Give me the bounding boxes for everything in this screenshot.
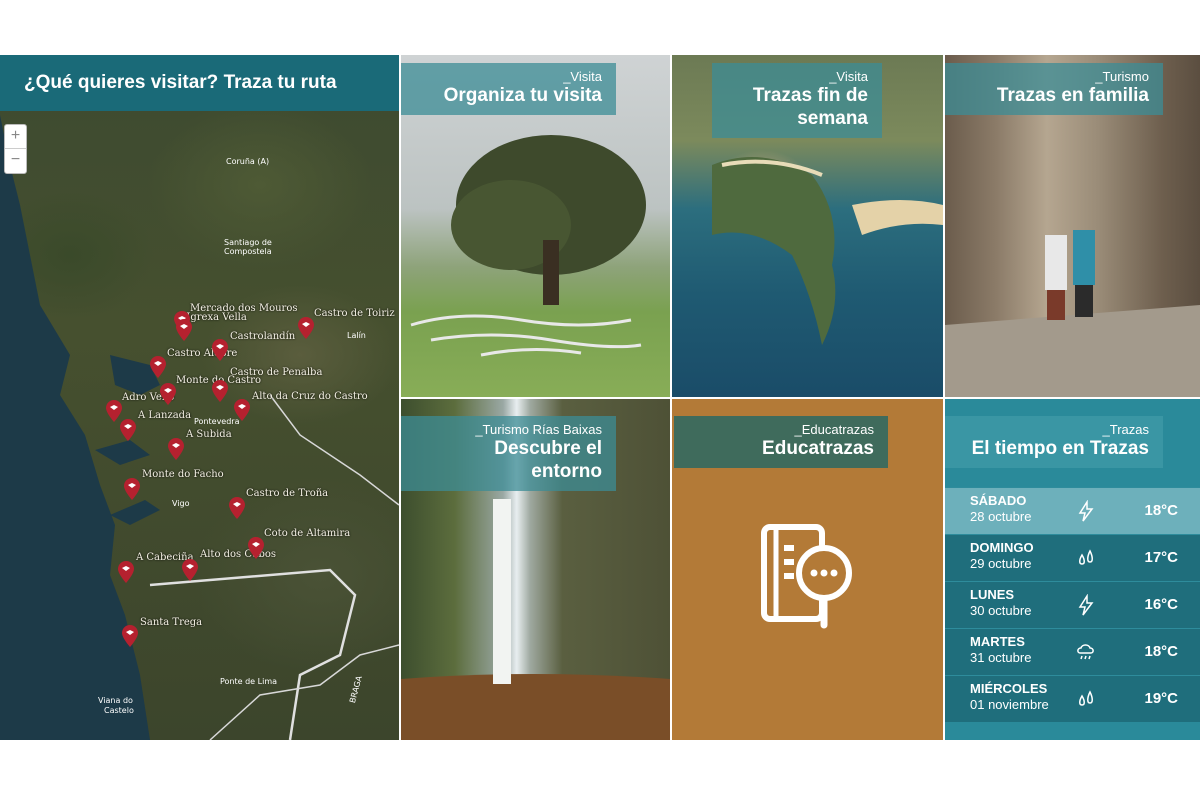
weather-temp: 17°C: [1144, 549, 1178, 566]
weather-date: 01 noviembre: [970, 697, 1049, 712]
weather-temp: 19°C: [1144, 690, 1178, 707]
zoom-out-button[interactable]: −: [5, 149, 26, 173]
place-label: Coto de Altamira: [264, 528, 351, 539]
map-pin-icon[interactable]: [118, 561, 134, 583]
tile-label: _Educatrazas Educatrazas: [674, 416, 888, 468]
tile-label: _Trazas El tiempo en Trazas: [945, 416, 1163, 468]
city-label: Viana do: [98, 696, 133, 705]
tile-kicker: _Educatrazas: [794, 422, 875, 437]
weather-row: SÁBADO 28 octubre 18°C: [945, 487, 1200, 534]
map-pin-icon[interactable]: [229, 497, 245, 519]
city-label: Santiago de: [224, 238, 272, 247]
weather-day: SÁBADO: [970, 493, 1027, 508]
map-pin-icon[interactable]: [182, 559, 198, 581]
city-label: Lalín: [347, 331, 366, 340]
weather-date: 29 octubre: [970, 556, 1032, 571]
tile-label: _Visita Trazas fin de semana: [712, 63, 882, 138]
book-search-icon: [761, 524, 852, 629]
route-map[interactable]: ¿Qué quieres visitar? Traza tu ruta + − …: [0, 55, 399, 740]
city-label: Ponte de Lima: [220, 677, 278, 686]
tile-kicker: _Turismo: [1095, 69, 1149, 84]
map-pin-icon[interactable]: [124, 478, 140, 500]
tile-kicker: _Visita: [563, 69, 602, 84]
weather-row: MIÉRCOLES 01 noviembre 19°C: [945, 675, 1200, 722]
tile-trazas-familia[interactable]: _Turismo Trazas en familia: [945, 55, 1200, 397]
place-label: Alto da Cruz do Castro: [252, 391, 368, 402]
lightning-icon: [1078, 594, 1094, 616]
weather-day: DOMINGO: [970, 540, 1034, 555]
zoom-control: + −: [4, 124, 27, 174]
weather-temp: 18°C: [1144, 643, 1178, 660]
weather-day: MARTES: [970, 634, 1025, 649]
weather-date: 30 octubre: [970, 603, 1032, 618]
tile-title: Organiza tu visita: [443, 85, 602, 106]
place-label: Monte do Facho: [142, 469, 224, 480]
map-pin-icon[interactable]: [248, 537, 264, 559]
weather-date: 28 octubre: [970, 509, 1032, 524]
city-label: Coruña (A): [226, 157, 270, 166]
map-pin-icon[interactable]: [120, 419, 136, 441]
map-pin-icon[interactable]: [176, 319, 192, 341]
map-pin-icon[interactable]: [212, 339, 228, 361]
tile-title: Educatrazas: [762, 438, 874, 459]
map-pin-icon[interactable]: [122, 625, 138, 647]
cloud-rain-icon: [1077, 644, 1094, 660]
city-label: Castelo: [104, 706, 134, 715]
map-pin-icon[interactable]: [298, 317, 314, 339]
place-label: A Subida: [186, 429, 232, 440]
tile-kicker: _Trazas: [1102, 422, 1149, 437]
place-label: Alto dos Cubos: [200, 549, 277, 560]
lightning-icon: [1078, 500, 1094, 522]
tile-organiza-visita[interactable]: _Visita Organiza tu visita: [401, 55, 670, 397]
tile-title: Trazas fin de semana: [752, 85, 868, 129]
city-label: Compostela: [224, 247, 272, 256]
place-label: A Lanzada: [138, 410, 192, 421]
city-label: Vigo: [172, 499, 190, 508]
tile-title: El tiempo en Trazas: [971, 438, 1149, 459]
map-pin-icon[interactable]: [234, 399, 250, 421]
weather-forecast: SÁBADO 28 octubre 18°C DOMINGO 29 octubr…: [945, 487, 1200, 722]
tile-educatrazas[interactable]: _Educatrazas Educatrazas: [672, 399, 943, 740]
weather-row: LUNES 30 octubre 16°C: [945, 581, 1200, 628]
tile-label: _Visita Organiza tu visita: [401, 63, 616, 115]
place-label: Castrolandín: [230, 331, 296, 342]
weather-day: LUNES: [970, 587, 1015, 602]
tile-kicker: _Turismo Rías Baixas: [475, 422, 602, 437]
weather-row: DOMINGO 29 octubre 17°C: [945, 534, 1200, 581]
tile-trazas-fin-semana[interactable]: _Visita Trazas fin de semana: [672, 55, 943, 397]
city-label: Pontevedra: [194, 417, 240, 426]
weather-date: 31 octubre: [970, 650, 1032, 665]
map-header-title: ¿Qué quieres visitar? Traza tu ruta: [0, 55, 399, 111]
map-pin-icon[interactable]: [212, 380, 228, 402]
tile-kicker: _Visita: [829, 69, 868, 84]
tile-title: Descubre el entorno: [494, 438, 602, 482]
weather-temp: 18°C: [1144, 502, 1178, 519]
tile-weather: _Trazas El tiempo en Trazas SÁBADO 28 oc…: [945, 399, 1200, 740]
zoom-in-button[interactable]: +: [5, 125, 26, 149]
weather-temp: 16°C: [1144, 596, 1178, 613]
map-pin-icon[interactable]: [168, 438, 184, 460]
place-label: Castro de Troña: [246, 488, 329, 499]
rain-drops-icon: [1079, 549, 1093, 565]
rain-drops-icon: [1079, 690, 1093, 706]
place-label: Santa Trega: [140, 617, 203, 628]
tile-descubre-entorno[interactable]: _Turismo Rías Baixas Descubre el entorno: [401, 399, 670, 740]
map-pin-icon[interactable]: [160, 383, 176, 405]
weather-day: MIÉRCOLES: [970, 681, 1048, 696]
tile-label: _Turismo Trazas en familia: [945, 63, 1163, 115]
weather-row: MARTES 31 octubre 18°C: [945, 628, 1200, 675]
tile-title: Trazas en familia: [996, 85, 1149, 106]
map-pin-icon[interactable]: [150, 356, 166, 378]
place-label: Castro de Toiriz: [314, 308, 395, 319]
tile-label: _Turismo Rías Baixas Descubre el entorno: [401, 416, 616, 491]
